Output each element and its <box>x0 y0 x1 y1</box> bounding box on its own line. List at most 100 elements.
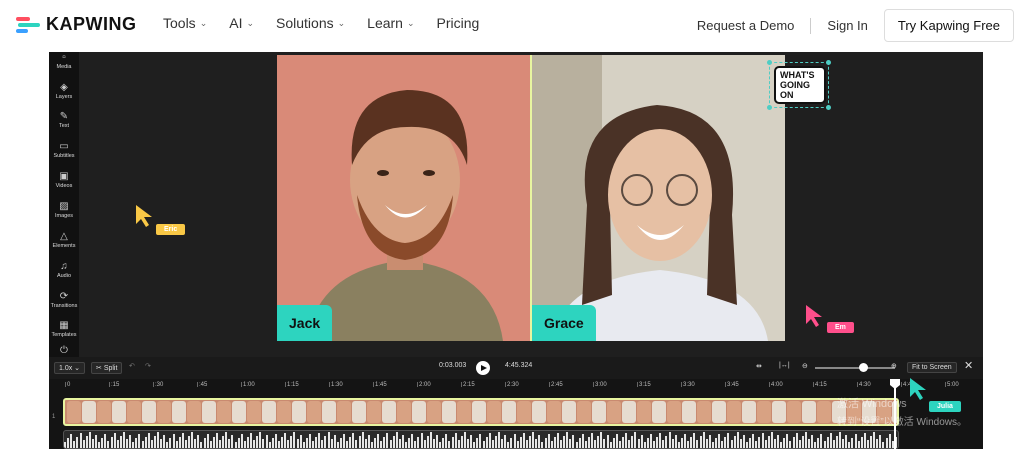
resize-handle[interactable] <box>767 60 772 65</box>
nav-tools[interactable]: Tools ⌄ <box>163 15 207 31</box>
video-track-clip[interactable] <box>63 398 899 426</box>
waveform-bar <box>848 442 851 448</box>
waveform-bar <box>609 442 612 448</box>
waveform-bar <box>73 441 76 448</box>
split-button[interactable]: ✂ Split <box>91 362 123 374</box>
tool-audio[interactable]: ♫ Audio <box>49 261 79 279</box>
waveform-bar <box>287 440 290 448</box>
waveform-bar <box>888 434 891 448</box>
cursor-tag-eric: Eric <box>156 224 186 235</box>
waveform-bar <box>119 436 122 448</box>
nav-learn[interactable]: Learn ⌄ <box>367 15 414 31</box>
speed-select[interactable]: 1.0x ⌄ <box>54 362 86 374</box>
try-free-button[interactable]: Try Kapwing Free <box>883 9 1014 42</box>
waveform-bar <box>513 434 516 448</box>
tool-images[interactable]: ▨ Images <box>49 201 79 219</box>
subtitles-icon: ▭ <box>59 141 69 152</box>
canvas-area[interactable]: Jack Grace WHAT'S GOING ON Eric Em <box>79 52 983 357</box>
waveform-bar <box>95 435 97 448</box>
video-jack[interactable]: Jack <box>277 55 530 341</box>
waveform-bar <box>436 435 438 448</box>
elements-icon: △ <box>60 231 68 242</box>
resize-handle[interactable] <box>767 105 772 110</box>
play-button[interactable] <box>476 361 490 375</box>
nav-ai[interactable]: AI ⌄ <box>229 15 254 31</box>
waveform-bar <box>566 432 569 448</box>
waveform-bar <box>820 434 823 448</box>
waveform-bar <box>488 433 491 448</box>
ruler-tick-label: :45 <box>196 382 208 388</box>
waveform-bar <box>203 438 206 448</box>
fit-to-screen-button[interactable]: Fit to Screen <box>907 362 957 373</box>
ruler-tick-label: 4:30 <box>857 382 871 388</box>
split-track-icon[interactable]: ⇹ <box>756 362 762 370</box>
tool-templates[interactable]: ▦ Templates <box>49 320 79 338</box>
waveform-bar <box>845 435 848 448</box>
kapwing-logo[interactable]: KAPWING <box>16 14 137 35</box>
waveform-bar <box>346 441 349 448</box>
waveform-bar <box>705 439 708 448</box>
tool-subtitles[interactable]: ▭ Subtitles <box>49 141 79 159</box>
sign-in-link[interactable]: Sign In <box>827 18 867 33</box>
waveform-bar <box>160 439 163 448</box>
audio-track-clip[interactable] <box>63 430 899 449</box>
video-thumbnail <box>142 401 156 423</box>
waveform-bar <box>634 432 637 448</box>
waveform-bar <box>578 438 581 448</box>
resize-handle[interactable] <box>826 60 831 65</box>
zoom-slider-handle[interactable] <box>859 363 868 372</box>
ruler-tick-label: 0 <box>64 382 71 388</box>
time-ruler[interactable]: 0:15:30:45 1:00 1:15 1:30 1:45 2:00 2:15 2:30 2:… <box>63 379 983 393</box>
waveform-bar <box>411 434 414 448</box>
tool-text[interactable]: ✎ Text <box>49 111 79 129</box>
current-time: 0:03.003 <box>439 362 467 369</box>
zoom-out-icon[interactable]: ⊖ <box>802 362 808 370</box>
waveform-bar <box>225 432 228 448</box>
waveform-bar <box>259 432 262 448</box>
ruler-tick-label: 2:45 <box>549 382 563 388</box>
request-demo-link[interactable]: Request a Demo <box>697 18 795 33</box>
waveform-bar <box>708 435 711 448</box>
videos-icon: ▣ <box>59 171 69 182</box>
video-thumbnail <box>427 401 441 423</box>
nav-solutions[interactable]: Solutions ⌄ <box>276 15 345 31</box>
tool-plugins[interactable]: ⏻ <box>49 345 79 356</box>
waveform-bar <box>758 437 761 448</box>
nav-pricing[interactable]: Pricing <box>437 15 480 31</box>
tool-layers[interactable]: ◈ Layers <box>49 82 79 100</box>
tool-elements[interactable]: △ Elements <box>49 231 79 249</box>
fit-width-icon[interactable]: |↔| <box>779 362 790 369</box>
waveform-bar <box>823 441 826 448</box>
waveform-bar <box>85 436 88 448</box>
tool-media[interactable]: ▫ Media <box>49 52 79 70</box>
video-grace[interactable]: Grace <box>532 55 785 341</box>
waveform-bar <box>829 433 832 448</box>
waveform-bar <box>153 436 156 448</box>
waveform-bar <box>494 436 497 448</box>
undo-icon[interactable]: ↶ <box>129 362 135 370</box>
speech-bubble-sticker[interactable]: WHAT'S GOING ON <box>767 60 831 110</box>
redo-icon[interactable]: ↷ <box>145 362 151 370</box>
waveform-bar <box>429 432 432 448</box>
resize-handle[interactable] <box>826 105 831 110</box>
zoom-slider[interactable] <box>815 367 895 369</box>
waveform-bar <box>392 436 395 448</box>
zoom-in-icon[interactable]: ⊕ <box>891 362 897 370</box>
waveform-bar <box>832 440 835 448</box>
tool-videos-label: Videos <box>55 183 73 189</box>
video-thumbnail <box>412 401 426 423</box>
waveform-bar <box>761 433 764 448</box>
waveform-bar <box>76 437 79 448</box>
waveform-bar <box>277 441 280 448</box>
tool-layers-label: Layers <box>55 94 73 100</box>
ruler-tick-label: :30 <box>152 382 164 388</box>
tool-transitions[interactable]: ⟳ Transitions <box>49 291 79 309</box>
tool-videos[interactable]: ▣ Videos <box>49 171 79 189</box>
plugin-icon: ⏻ <box>60 345 68 356</box>
video-thumbnail <box>727 401 741 423</box>
waveform-bar <box>209 441 212 448</box>
video-thumbnail <box>277 401 291 423</box>
waveform-bar <box>212 437 215 448</box>
close-icon[interactable]: ✕ <box>964 359 973 372</box>
waveform-bar <box>876 439 879 448</box>
